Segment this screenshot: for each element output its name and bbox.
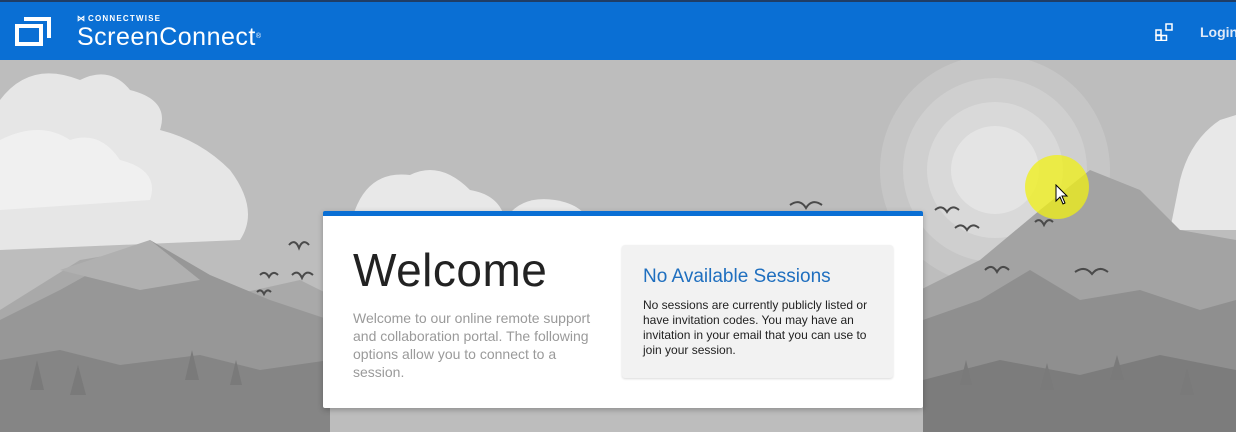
- welcome-card: Welcome Welcome to our online remote sup…: [323, 211, 923, 408]
- top-header: ⋈ CONNECTWISE ScreenConnect® Login: [0, 0, 1236, 60]
- sessions-panel: No Available Sessions No sessions are cu…: [622, 245, 893, 378]
- screenconnect-logo-icon[interactable]: [14, 16, 52, 48]
- brand-product: ScreenConnect®: [77, 23, 262, 51]
- connectwise-mark-icon: ⋈: [77, 14, 85, 23]
- app-grid-icon[interactable]: [1155, 23, 1173, 41]
- mouse-pointer-icon: [1055, 184, 1069, 205]
- welcome-description: Welcome to our online remote support and…: [353, 310, 591, 380]
- brand-logo[interactable]: ⋈ CONNECTWISE ScreenConnect®: [77, 14, 262, 50]
- sessions-title: No Available Sessions: [643, 266, 831, 287]
- welcome-title: Welcome: [353, 244, 548, 296]
- sessions-message: No sessions are currently publicly liste…: [643, 298, 868, 357]
- login-link[interactable]: Login: [1200, 24, 1236, 40]
